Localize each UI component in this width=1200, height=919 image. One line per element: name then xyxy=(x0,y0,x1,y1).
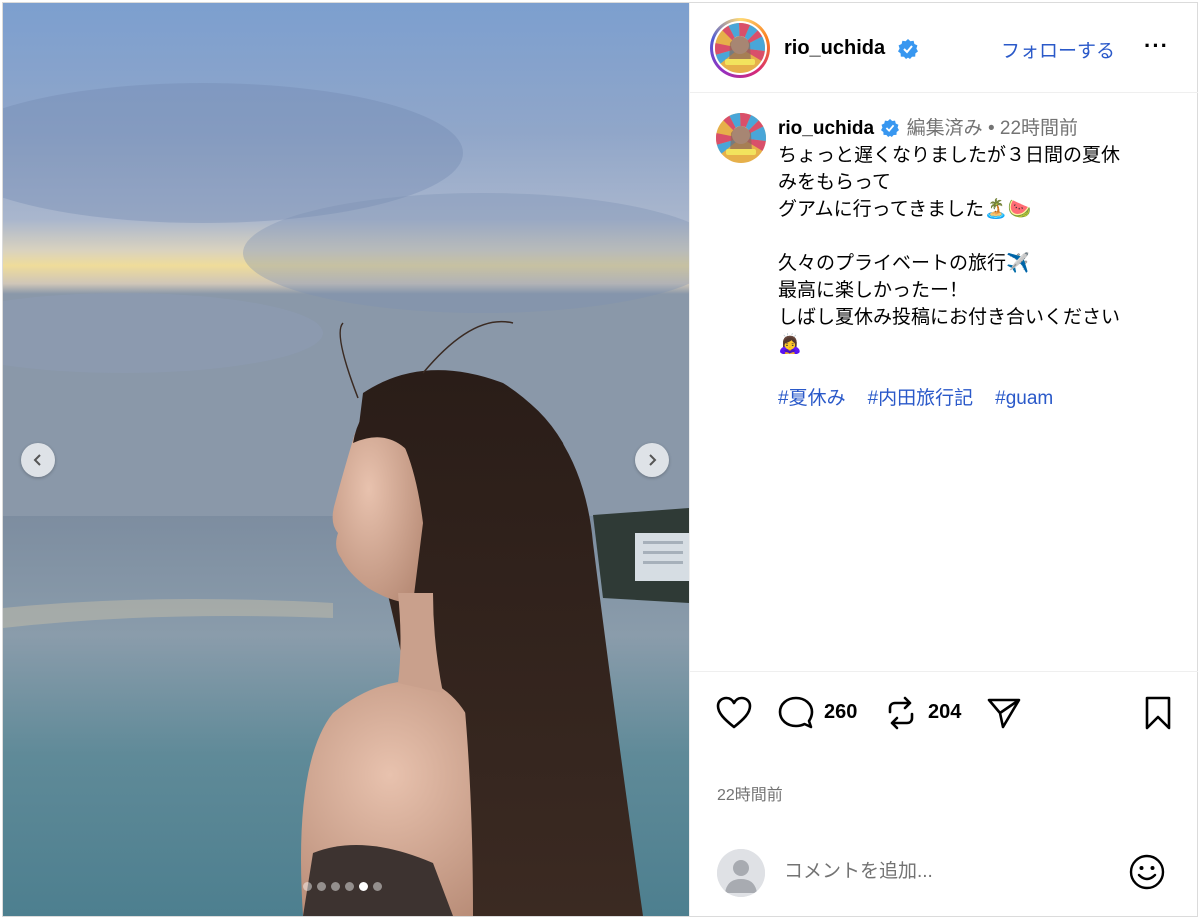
carousel-dot xyxy=(303,882,312,891)
comment-composer xyxy=(690,833,1198,916)
carousel-next-button[interactable] xyxy=(635,443,669,477)
chevron-left-icon xyxy=(33,454,41,466)
photo-scene xyxy=(3,3,689,916)
post-caption: rio_uchida 編集済み • 22時間前 ちょっと遅くなりましたが３日間の… xyxy=(778,115,1178,412)
avatar-image xyxy=(716,113,766,163)
caption-username[interactable]: rio_uchida xyxy=(778,118,874,139)
instagram-post: rio_uchida フォローする ··· rio_uchida 編集済み • … xyxy=(2,2,1198,917)
emoji-icon[interactable] xyxy=(1128,853,1166,891)
comment-input[interactable] xyxy=(784,857,1104,887)
hashtag-link[interactable]: #夏休み xyxy=(778,385,846,412)
carousel-dot xyxy=(331,882,340,891)
profile-avatar[interactable] xyxy=(710,18,770,78)
post-photo[interactable] xyxy=(3,3,689,916)
post-timestamp[interactable]: 22時間前 xyxy=(717,781,783,805)
carousel-prev-button[interactable] xyxy=(21,443,55,477)
default-avatar-icon xyxy=(717,849,765,897)
action-bar: 260 204 xyxy=(690,671,1198,755)
avatar-image xyxy=(715,23,765,73)
more-options-icon[interactable]: ··· xyxy=(1144,33,1169,59)
post-header: rio_uchida フォローする ··· xyxy=(690,3,1198,93)
caption-text-line: ちょっと遅くなりましたが３日間の夏休 xyxy=(778,145,1121,166)
carousel-dot-active xyxy=(359,882,368,891)
carousel-dot xyxy=(373,882,382,891)
hashtag-link[interactable]: #内田旅行記 xyxy=(868,385,974,412)
caption-text-line: 🙇‍♀️ xyxy=(778,334,802,355)
bookmark-icon[interactable] xyxy=(1143,696,1173,730)
post-side-panel: rio_uchida フォローする ··· rio_uchida 編集済み • … xyxy=(689,3,1198,916)
heart-icon[interactable] xyxy=(716,696,752,730)
caption-text-line: みをもらって xyxy=(778,172,892,193)
share-icon[interactable] xyxy=(986,696,1022,730)
comment-icon[interactable] xyxy=(778,696,814,730)
caption-text-line: 最高に楽しかったー！ xyxy=(778,280,969,301)
comment-count: 260 xyxy=(824,701,858,723)
chevron-right-icon xyxy=(649,454,657,466)
caption-text-line: 久々のプライベートの旅行✈️ xyxy=(778,253,1030,274)
header-username[interactable]: rio_uchida xyxy=(784,37,885,60)
caption-header-line: rio_uchida 編集済み • 22時間前 xyxy=(778,115,1178,142)
hashtag-link[interactable]: #guam xyxy=(995,385,1053,412)
follow-button[interactable]: フォローする xyxy=(1001,36,1115,63)
caption-time[interactable]: 22時間前 xyxy=(1000,118,1078,139)
carousel-dot xyxy=(317,882,326,891)
verified-badge-icon xyxy=(898,39,918,59)
repost-count: 204 xyxy=(928,701,962,723)
carousel-dot xyxy=(345,882,354,891)
current-user-avatar xyxy=(717,849,765,897)
verified-badge-icon xyxy=(881,119,900,137)
caption-text-line: しばし夏休み投稿にお付き合いください xyxy=(778,307,1121,328)
repost-icon[interactable] xyxy=(884,696,918,730)
meta-separator: • xyxy=(987,118,995,139)
edited-label: 編集済み xyxy=(906,118,983,139)
hashtag-list: #夏休み #内田旅行記 #guam xyxy=(778,385,1178,412)
caption-avatar[interactable] xyxy=(716,113,766,163)
carousel-indicator xyxy=(303,882,382,891)
caption-text-line: グアムに行ってきました🏝️🍉 xyxy=(778,199,1032,220)
